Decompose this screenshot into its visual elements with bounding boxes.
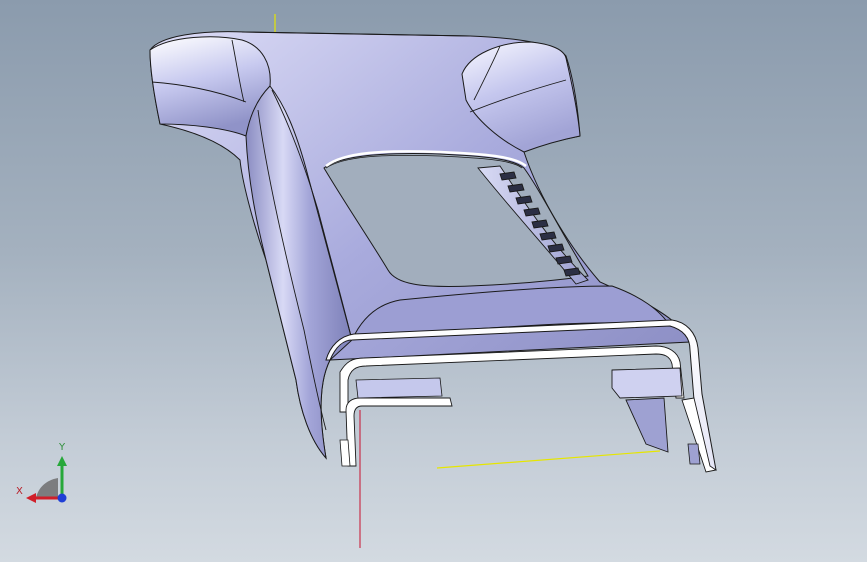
triad-x-label: X: [16, 486, 23, 497]
triad-y-arrowhead: [57, 456, 67, 466]
triad-y-label: Y: [59, 442, 66, 453]
left-clip-tab[interactable]: [345, 397, 453, 467]
graphics-viewport[interactable]: X Y: [0, 0, 867, 562]
triad-x-arrowhead: [26, 493, 36, 503]
coordinate-triad[interactable]: X Y: [14, 440, 74, 510]
left-leg-notch: [339, 439, 351, 467]
triad-z-axis-dot: [57, 493, 67, 503]
plane-reference-line: [436, 450, 661, 469]
left-clip-slot: [355, 377, 443, 399]
triad-xy-plane-marker: [36, 478, 58, 498]
right-clip-tab[interactable]: [611, 367, 683, 399]
right-leg-notch: [687, 443, 701, 465]
right-lower-wall[interactable]: [625, 397, 669, 453]
3d-model-view[interactable]: [0, 0, 867, 562]
